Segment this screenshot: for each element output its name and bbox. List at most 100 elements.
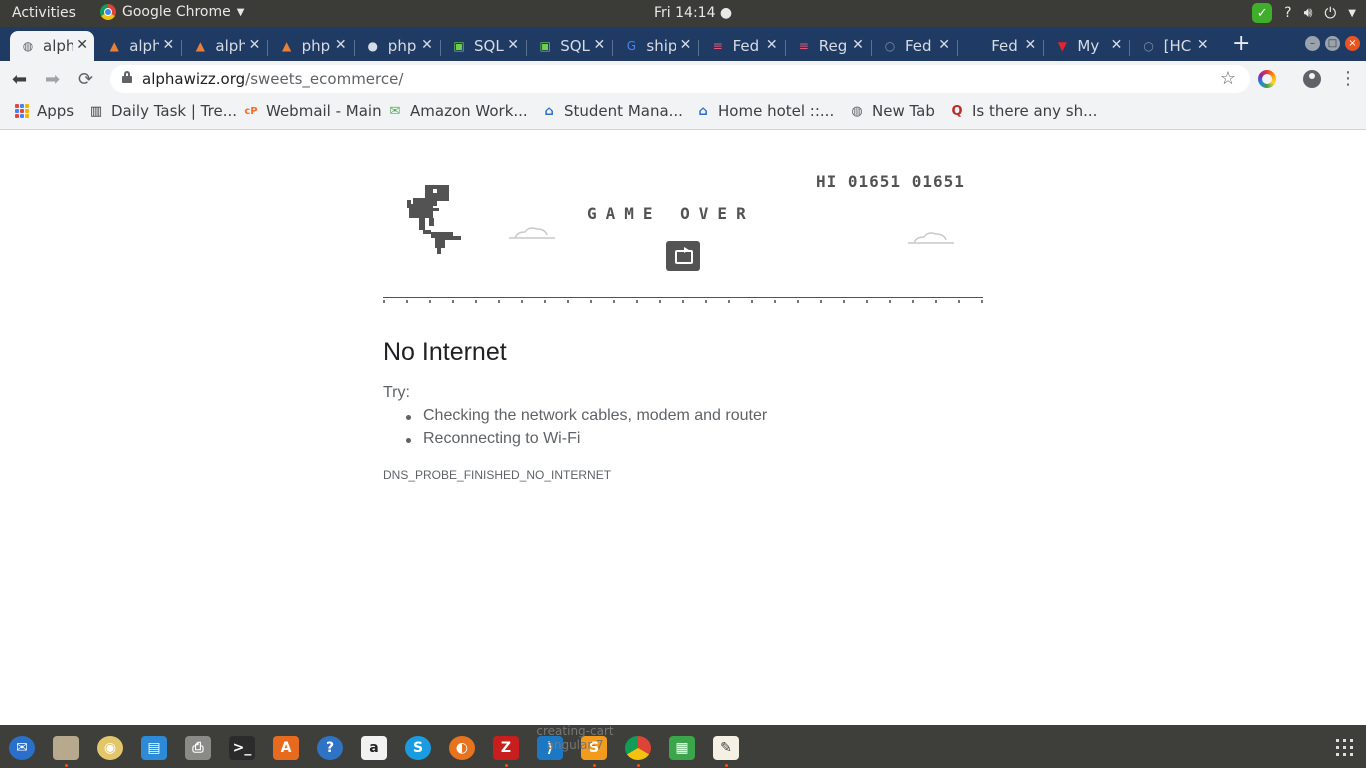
chrome-menu-icon[interactable]: ⋮ — [1339, 68, 1357, 89]
browser-tab[interactable]: ▲ php ✕ — [269, 31, 353, 61]
dock-tooltip: creating-cart angular-7 — [536, 724, 614, 752]
lock-icon[interactable] — [122, 71, 132, 83]
close-tab-icon[interactable]: ✕ — [1024, 37, 1036, 53]
tab-title: SQL — [560, 37, 590, 55]
network-question-icon: ? — [1284, 5, 1292, 21]
browser-tab[interactable]: ≡ Reg ✕ — [786, 31, 870, 61]
browser-tab[interactable]: ● php ✕ — [355, 31, 439, 61]
text-editor-icon[interactable]: ✎ — [713, 736, 739, 760]
bookmark-label: Is there any sh... — [972, 102, 1098, 120]
profile-avatar-icon[interactable] — [1303, 70, 1321, 88]
bookmark-item[interactable]: ▥ Daily Task | Tre... — [88, 102, 237, 120]
app-menu[interactable]: Google Chrome ▼ — [100, 4, 244, 20]
maximize-button[interactable]: □ — [1325, 36, 1340, 51]
calc-icon[interactable]: ▦ — [669, 736, 695, 760]
bookmark-item[interactable]: cP Webmail - Main — [243, 102, 382, 120]
close-tab-icon[interactable]: ✕ — [335, 37, 347, 53]
close-tab-icon[interactable]: ✕ — [1197, 37, 1209, 53]
close-tab-icon[interactable]: ✕ — [852, 37, 864, 53]
bookmark-item[interactable]: ◍ New Tab — [849, 102, 935, 120]
browser-tab[interactable]: ▲ alpha✕ — [182, 31, 266, 61]
ground-line — [383, 297, 983, 298]
thunderbird-icon[interactable]: ✉ — [9, 736, 35, 760]
minimize-button[interactable]: – — [1305, 36, 1320, 51]
chevron-down-icon: ▼ — [1348, 7, 1356, 19]
close-tab-icon[interactable]: ✕ — [938, 37, 950, 53]
globe-icon: ◍ — [22, 39, 34, 53]
reload-button[interactable]: ⟳ — [78, 69, 93, 90]
bookmark-label: Student Mana... — [564, 102, 683, 120]
browser-tab[interactable]: ▼ My ✕ — [1044, 31, 1128, 61]
close-window-button[interactable]: × — [1345, 36, 1360, 51]
restart-icon[interactable] — [666, 241, 700, 271]
skype-icon[interactable]: S — [405, 736, 431, 760]
update-check-icon[interactable]: ✓ — [1252, 3, 1273, 23]
new-tab-button[interactable]: + — [1232, 31, 1250, 56]
chrome-icon[interactable] — [625, 736, 651, 760]
fedex-icon: ≡ — [712, 39, 723, 53]
rhythmbox-icon[interactable]: ◉ — [97, 736, 123, 760]
tab-title: alpha — [215, 37, 246, 55]
globe-icon: ◍ — [851, 103, 863, 119]
files-icon[interactable] — [53, 736, 79, 760]
close-tab-icon[interactable]: ✕ — [421, 37, 433, 53]
close-tab-icon[interactable]: ✕ — [680, 37, 692, 53]
extension-icon[interactable] — [1258, 70, 1276, 88]
browser-tab[interactable]: ○ Fed ✕ — [872, 31, 956, 61]
bookmark-item[interactable]: Q Is there any sh... — [949, 102, 1097, 120]
fedex-icon: ≡ — [798, 39, 809, 53]
show-applications-icon[interactable] — [1336, 739, 1354, 757]
amazon-icon[interactable]: a — [361, 736, 387, 760]
url-text[interactable]: alphawizz.org/sweets_ecommerce/ — [142, 70, 403, 88]
bookmark-item[interactable]: ✉ Amazon Work... — [387, 102, 528, 120]
bookmark-star-icon[interactable]: ☆ — [1220, 68, 1236, 89]
filezilla-icon[interactable]: Z — [493, 736, 519, 760]
score-display: HI 01651 01651 — [816, 172, 965, 191]
error-title: No Internet — [383, 338, 507, 366]
browser-tab[interactable]: ○ [HC ✕ — [1131, 31, 1215, 61]
forward-button[interactable]: ➡ — [45, 69, 60, 90]
printer-icon[interactable]: ⎙ — [185, 736, 211, 760]
back-button[interactable]: ⬅ — [12, 69, 27, 90]
browser-tab[interactable]: ▣ SQL ✕ — [527, 31, 611, 61]
writer-icon[interactable]: ▤ — [141, 736, 167, 760]
browser-tab[interactable]: Gship ✕ — [613, 31, 697, 61]
bookmark-item[interactable]: Apps — [14, 102, 74, 120]
close-tab-icon[interactable]: ✕ — [593, 37, 605, 53]
close-tab-icon[interactable]: ✕ — [507, 37, 519, 53]
github-icon: ● — [367, 39, 379, 53]
app-menu-label: Google Chrome — [122, 4, 231, 20]
browser-tab[interactable]: ◍ alpha✕ — [10, 31, 94, 61]
bookmark-label: Home hotel ::... — [718, 102, 835, 120]
house-h-icon: ⌂ — [544, 103, 554, 119]
close-tab-icon[interactable]: ✕ — [766, 37, 778, 53]
browser-tab[interactable]: ▣ SQL ✕ — [441, 31, 525, 61]
browser-tab[interactable]: Fed ✕ — [958, 31, 1042, 61]
close-tab-icon[interactable]: ✕ — [162, 37, 174, 53]
browser-tab[interactable]: ▲ alpha✕ — [96, 31, 180, 61]
bookmark-label: Webmail - Main — [266, 102, 382, 120]
tab-title: Reg — [818, 37, 848, 55]
chevron-down-icon: ▼ — [236, 6, 245, 18]
w3schools-icon: ▣ — [453, 39, 465, 53]
close-tab-icon[interactable]: ✕ — [249, 37, 261, 53]
orange-triangles-icon: ▲ — [109, 39, 119, 53]
bookmark-item[interactable]: ⌂ Student Mana... — [541, 102, 683, 120]
system-tray[interactable]: ✓ ? 🔊︎ ⏻ ▼ — [1252, 3, 1356, 23]
address-bar[interactable]: alphawizz.org/sweets_ecommerce/ ☆ — [110, 65, 1250, 93]
software-center-icon[interactable]: A — [273, 736, 299, 760]
help-icon[interactable]: ? — [317, 736, 343, 760]
terminal-icon[interactable]: >_ — [229, 736, 255, 760]
close-tab-icon[interactable]: ✕ — [76, 37, 88, 53]
browser-tab[interactable]: ≡ Fed ✕ — [700, 31, 784, 61]
close-tab-icon[interactable]: ✕ — [1111, 37, 1123, 53]
clock[interactable]: Fri 14:14 ● — [654, 5, 732, 21]
tab-title: alpha — [129, 37, 160, 55]
activities-button[interactable]: Activities — [12, 5, 76, 21]
cloud-icon — [908, 232, 954, 244]
firefox-icon[interactable]: ◐ — [449, 736, 475, 760]
volume-icon: 🔊︎ — [1303, 5, 1313, 21]
bookmark-item[interactable]: ⌂ Home hotel ::... — [695, 102, 834, 120]
cloud-icon — [509, 227, 555, 239]
url-domain: alphawizz.org — [142, 70, 246, 88]
